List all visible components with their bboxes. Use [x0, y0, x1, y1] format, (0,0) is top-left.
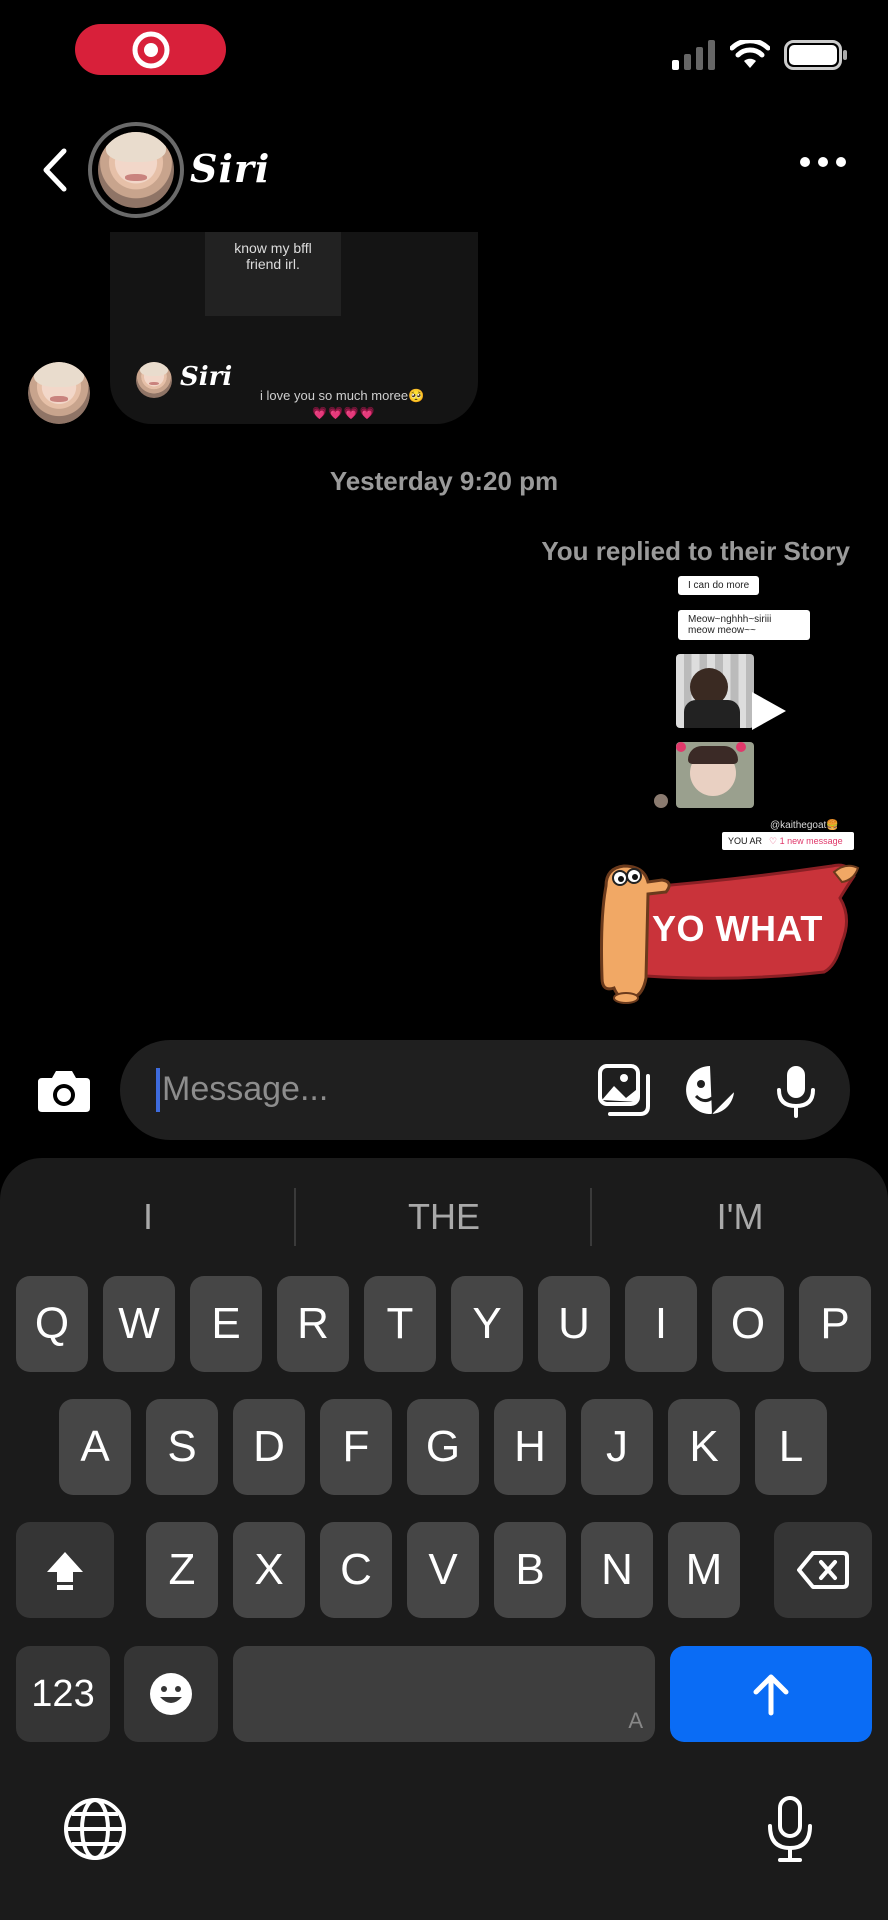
story-caption: i love you so much moree🥺	[260, 388, 425, 403]
key-i[interactable]: I	[625, 1276, 697, 1372]
key-e[interactable]: E	[190, 1276, 262, 1372]
backspace-key[interactable]	[774, 1522, 872, 1618]
key-t[interactable]: T	[364, 1276, 436, 1372]
key-p[interactable]: P	[799, 1276, 871, 1372]
more-dot	[818, 157, 828, 167]
key-g[interactable]: G	[407, 1399, 479, 1495]
wifi-icon	[730, 40, 770, 68]
shared-story-card[interactable]: know my bffl friend irl. Siri i love you…	[110, 232, 478, 424]
key-f[interactable]: F	[320, 1399, 392, 1495]
more-dot	[800, 157, 810, 167]
suggestion-2[interactable]: THE	[296, 1196, 592, 1238]
sender-avatar[interactable]	[28, 362, 90, 424]
backspace-icon	[797, 1551, 849, 1589]
space-key[interactable]: A	[233, 1646, 655, 1742]
replied-to-story-label: You replied to their Story	[541, 536, 850, 566]
status-icons	[672, 40, 848, 70]
gallery-icon	[598, 1064, 650, 1116]
emoji-icon	[150, 1673, 192, 1715]
story-chip: I can do more	[678, 576, 760, 595]
dictation-button[interactable]	[762, 1794, 818, 1869]
emoji-key[interactable]	[124, 1646, 218, 1742]
story-new-message: ♡ 1 new message	[769, 836, 843, 846]
arrow-up-icon	[753, 1674, 789, 1716]
key-q[interactable]: Q	[16, 1276, 88, 1372]
text-caret	[156, 1068, 160, 1112]
more-options-button[interactable]	[800, 157, 846, 167]
key-d[interactable]: D	[233, 1399, 305, 1495]
message-timestamp: Yesterday 9:20 pm	[329, 466, 559, 496]
story-thumbnail: know my bffl friend irl.	[205, 232, 341, 316]
microphone-icon	[768, 1796, 812, 1862]
suggestion-3[interactable]: I'M	[592, 1196, 888, 1238]
more-dot	[836, 157, 846, 167]
story-author-name: Siri	[180, 362, 233, 392]
camera-icon	[38, 1071, 90, 1112]
key-b[interactable]: B	[494, 1522, 566, 1618]
gallery-button[interactable]	[596, 1062, 652, 1118]
play-icon	[752, 692, 786, 730]
shift-icon	[47, 1552, 83, 1590]
contact-avatar[interactable]	[88, 122, 184, 218]
chevron-left-icon	[43, 148, 67, 192]
message-composer[interactable]: Message...	[120, 1040, 850, 1140]
yo-what-sticker[interactable]: YO WHAT	[596, 858, 860, 1004]
story-handle: @kaithegoat🍔	[770, 820, 839, 831]
story-mini-avatar	[654, 794, 668, 808]
key-j[interactable]: J	[581, 1399, 653, 1495]
language-switch-button[interactable]	[62, 1796, 128, 1867]
avatar-photo	[98, 132, 174, 208]
key-l[interactable]: L	[755, 1399, 827, 1495]
keyboard: I THE I'M Q W E R T Y U I O P A S D F G …	[0, 1158, 888, 1920]
numbers-key[interactable]: 123	[16, 1646, 110, 1742]
key-o[interactable]: O	[712, 1276, 784, 1372]
story-overlay-text: know my bffl friend irl.	[234, 240, 312, 272]
recording-indicator[interactable]	[75, 24, 226, 75]
key-s[interactable]: S	[146, 1399, 218, 1495]
key-v[interactable]: V	[407, 1522, 479, 1618]
space-language-hint: A	[628, 1708, 643, 1733]
key-a[interactable]: A	[59, 1399, 131, 1495]
key-x[interactable]: X	[233, 1522, 305, 1618]
key-n[interactable]: N	[581, 1522, 653, 1618]
key-c[interactable]: C	[320, 1522, 392, 1618]
sticker-smiley-icon	[686, 1066, 735, 1115]
record-icon	[132, 31, 169, 68]
key-w[interactable]: W	[103, 1276, 175, 1372]
camera-button[interactable]	[36, 1068, 92, 1114]
story-hearts: 💗💗💗💗	[312, 406, 376, 420]
story-chip: Meow~nghhh~siriii meow meow~~	[678, 610, 810, 640]
key-z[interactable]: Z	[146, 1522, 218, 1618]
message-input[interactable]: Message...	[162, 1070, 328, 1109]
cellular-signal-icon	[672, 40, 715, 70]
sticker-text: YO WHAT	[652, 908, 823, 949]
microphone-icon	[777, 1066, 815, 1118]
shift-key[interactable]	[16, 1522, 114, 1618]
globe-icon	[64, 1798, 126, 1860]
key-k[interactable]: K	[668, 1399, 740, 1495]
key-u[interactable]: U	[538, 1276, 610, 1372]
story-reply-preview[interactable]: I can do more Meow~nghhh~siriii meow meo…	[654, 574, 860, 852]
voice-message-button[interactable]	[768, 1062, 824, 1118]
send-key[interactable]	[670, 1646, 872, 1742]
key-r[interactable]: R	[277, 1276, 349, 1372]
back-button[interactable]	[36, 145, 76, 195]
key-h[interactable]: H	[494, 1399, 566, 1495]
key-y[interactable]: Y	[451, 1276, 523, 1372]
sticker-button[interactable]	[682, 1062, 738, 1118]
battery-icon	[784, 40, 847, 70]
key-m[interactable]: M	[668, 1522, 740, 1618]
suggestion-1[interactable]: I	[0, 1196, 296, 1238]
contact-name[interactable]: Siri	[190, 146, 270, 191]
story-author-avatar	[136, 362, 172, 398]
story-photo	[676, 742, 754, 808]
